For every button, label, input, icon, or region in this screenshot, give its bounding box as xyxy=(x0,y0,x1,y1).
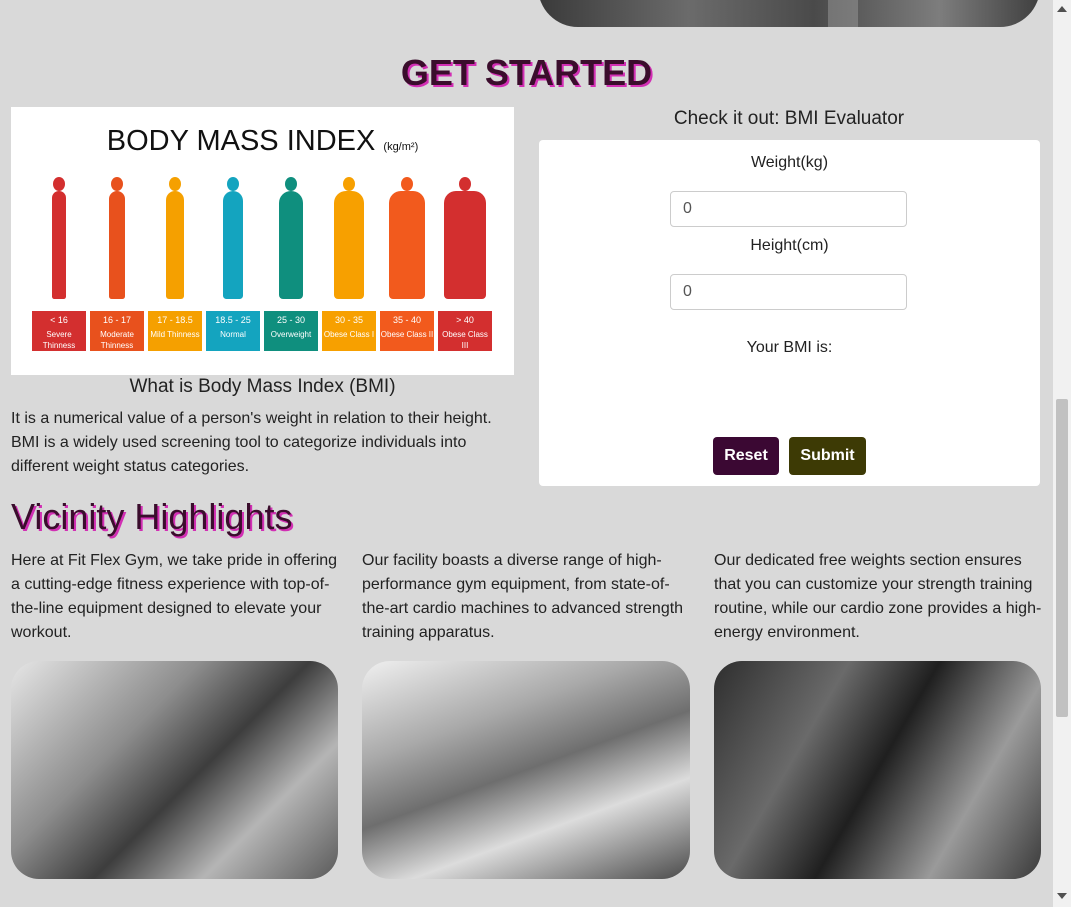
bmi-figure xyxy=(272,177,310,301)
reset-button[interactable]: Reset xyxy=(713,437,779,475)
bmi-description: It is a numerical value of a person's we… xyxy=(11,410,492,475)
page-scrollbar[interactable] xyxy=(1053,0,1071,907)
height-label: Height(cm) xyxy=(750,237,829,254)
bmi-band-label: Severe Thinness xyxy=(42,330,76,350)
bmi-figure xyxy=(388,177,426,301)
scroll-down-icon[interactable] xyxy=(1057,893,1067,899)
get-started-heading: GET STARTED xyxy=(400,52,653,93)
bmi-band-range: 16 - 17 xyxy=(102,315,132,325)
bmi-band-label: Obese Class II xyxy=(380,330,434,339)
weight-input[interactable] xyxy=(670,191,907,227)
weight-label: Weight(kg) xyxy=(750,154,829,171)
bmi-chart-title-text: BODY MASS INDEX xyxy=(106,125,376,157)
bmi-band-label: Obese Class I xyxy=(323,330,375,339)
gym-photo-leg-press xyxy=(362,661,690,879)
gym-photo-dumbbells xyxy=(714,661,1041,879)
bmi-band-range: 18.5 - 25 xyxy=(215,315,251,325)
bmi-evaluator-panel: Weight(kg) Height(cm) Your BMI is: Reset… xyxy=(539,140,1040,486)
height-input[interactable] xyxy=(670,274,907,310)
bmi-evaluator-title: Check it out: BMI Evaluator xyxy=(673,108,905,129)
bmi-figure xyxy=(156,177,194,301)
bmi-band-range: 17 - 18.5 xyxy=(157,315,193,325)
bmi-band: 17 - 18.5 Mild Thinness xyxy=(148,311,202,351)
bmi-band: 25 - 30 Overweight xyxy=(264,311,318,351)
bmi-band: > 40 Obese Class III xyxy=(438,311,492,351)
bmi-band-range: < 16 xyxy=(50,315,68,325)
bmi-band: 30 - 35 Obese Class I xyxy=(322,311,376,351)
bmi-band-range: 25 - 30 xyxy=(276,315,306,325)
bmi-band-label: Mild Thinness xyxy=(150,330,200,339)
bmi-band-range: > 40 xyxy=(456,315,474,325)
bmi-chart-unit: (kg/m²) xyxy=(383,141,419,153)
bmi-figure xyxy=(330,177,368,301)
bmi-figure xyxy=(98,177,136,301)
scroll-up-icon[interactable] xyxy=(1057,6,1067,12)
bmi-caption: What is Body Mass Index (BMI) xyxy=(129,376,396,397)
highlight-text-1: Here at Fit Flex Gym, we take pride in o… xyxy=(11,552,338,641)
bmi-band-label: Moderate Thinness xyxy=(100,330,134,350)
bmi-band-label: Overweight xyxy=(270,330,312,339)
gym-photo-top xyxy=(538,0,1040,27)
highlight-text-2: Our facility boasts a diverse range of h… xyxy=(362,552,684,641)
bmi-band-range: 30 - 35 xyxy=(334,315,364,325)
bmi-band-range: 35 - 40 xyxy=(392,315,422,325)
bmi-chart-image: BODY MASS INDEX (kg/m²) < 16 Severe Thinn… xyxy=(11,107,514,375)
bmi-band: 18.5 - 25 Normal xyxy=(206,311,260,351)
bmi-figure xyxy=(444,177,486,301)
bmi-figure xyxy=(40,177,78,301)
bmi-figure xyxy=(214,177,252,301)
vicinity-highlights-heading: Vicinity Highlights xyxy=(11,496,293,537)
scrollbar-thumb[interactable] xyxy=(1056,399,1068,717)
bmi-chart-title: BODY MASS INDEX (kg/m²) xyxy=(11,125,514,158)
highlight-text-3: Our dedicated free weights section ensur… xyxy=(714,552,1042,641)
bmi-result-label: Your BMI is: xyxy=(746,339,833,356)
bmi-band-label: Normal xyxy=(220,330,246,339)
bmi-band: 16 - 17 Moderate Thinness xyxy=(90,311,144,351)
bmi-band: 35 - 40 Obese Class II xyxy=(380,311,434,351)
bmi-band-label: Obese Class III xyxy=(442,330,488,350)
submit-button[interactable]: Submit xyxy=(789,437,866,475)
bmi-band: < 16 Severe Thinness xyxy=(32,311,86,351)
gym-photo-squat xyxy=(11,661,338,879)
